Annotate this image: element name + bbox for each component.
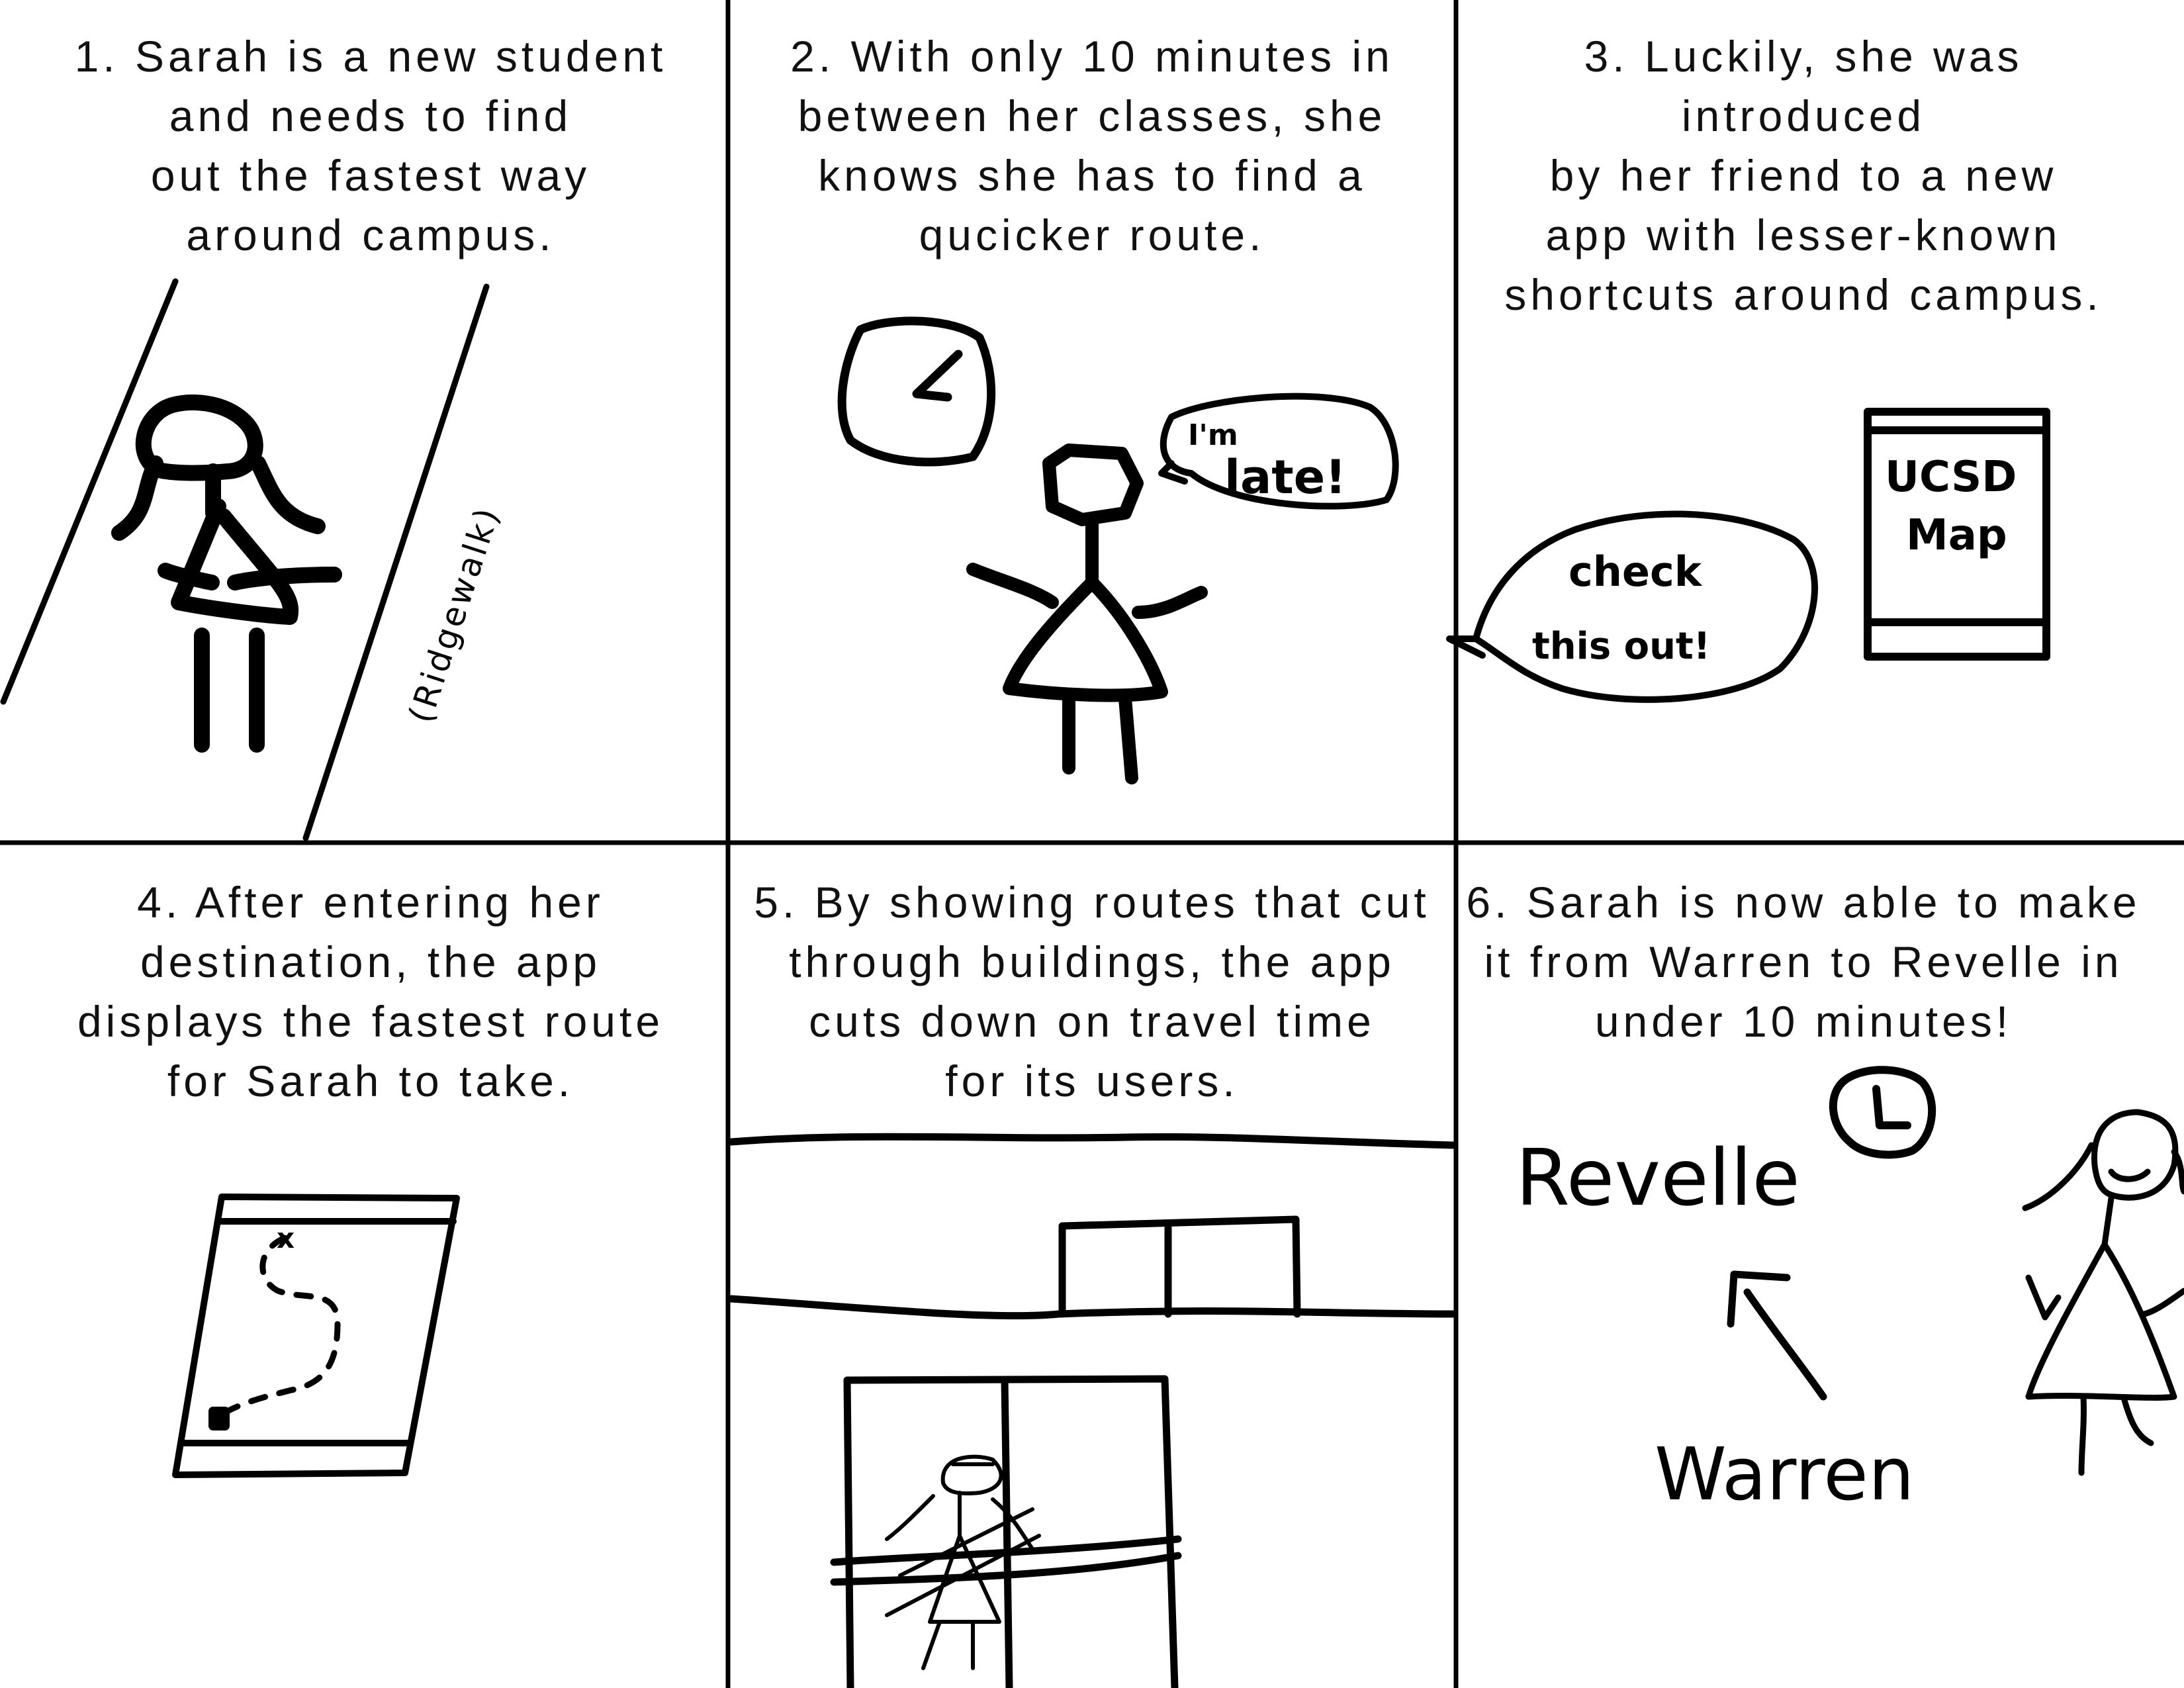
panel-5-drawing xyxy=(727,1133,1457,1688)
panel-6-drawing xyxy=(1727,1066,2184,1476)
clock-icon xyxy=(837,316,996,467)
building-doorway xyxy=(830,1375,1182,1688)
app-name-line1: UCSD xyxy=(1885,453,2017,502)
speech-check-text: check xyxy=(1569,547,1703,596)
speech-late-text: late! xyxy=(1224,450,1346,504)
start-point-marker xyxy=(208,1407,230,1430)
ridgewalk-label: (Ridgewalk) xyxy=(401,501,507,727)
happy-sarah-figure xyxy=(2022,1109,2184,1476)
panel-1-drawing xyxy=(0,278,490,841)
panel-4-drawing: x xyxy=(172,1194,460,1478)
clock-icon-small xyxy=(1829,1066,1936,1159)
sarah-figure xyxy=(111,394,342,753)
destination-marker: x xyxy=(277,1222,295,1254)
walking-sarah-sketch xyxy=(885,1454,1041,1670)
late-sarah-figure xyxy=(966,444,1208,784)
friend-speech-bubble xyxy=(1446,510,1819,703)
revelle-label: Revelle xyxy=(1516,1132,1800,1223)
storyboard: 1. Sarah is a new student and needs to f… xyxy=(0,0,2184,1688)
map-app-screen xyxy=(172,1194,460,1478)
storyboard-artwork: x (Ridgewalk) I'm late! check this out! … xyxy=(0,0,2184,1688)
arrow-to-revelle xyxy=(1727,1270,1827,1401)
panel-2-drawing xyxy=(837,316,1399,784)
building-skyline xyxy=(727,1133,1457,1320)
warren-label: Warren xyxy=(1655,1432,1915,1517)
ridgewalk-path xyxy=(0,278,490,841)
route-dashed-line xyxy=(215,1235,341,1420)
speech-this-out-text: this out! xyxy=(1532,625,1710,668)
app-name-line2: Map xyxy=(1906,511,2007,560)
speech-im-text: I'm xyxy=(1188,418,1238,452)
